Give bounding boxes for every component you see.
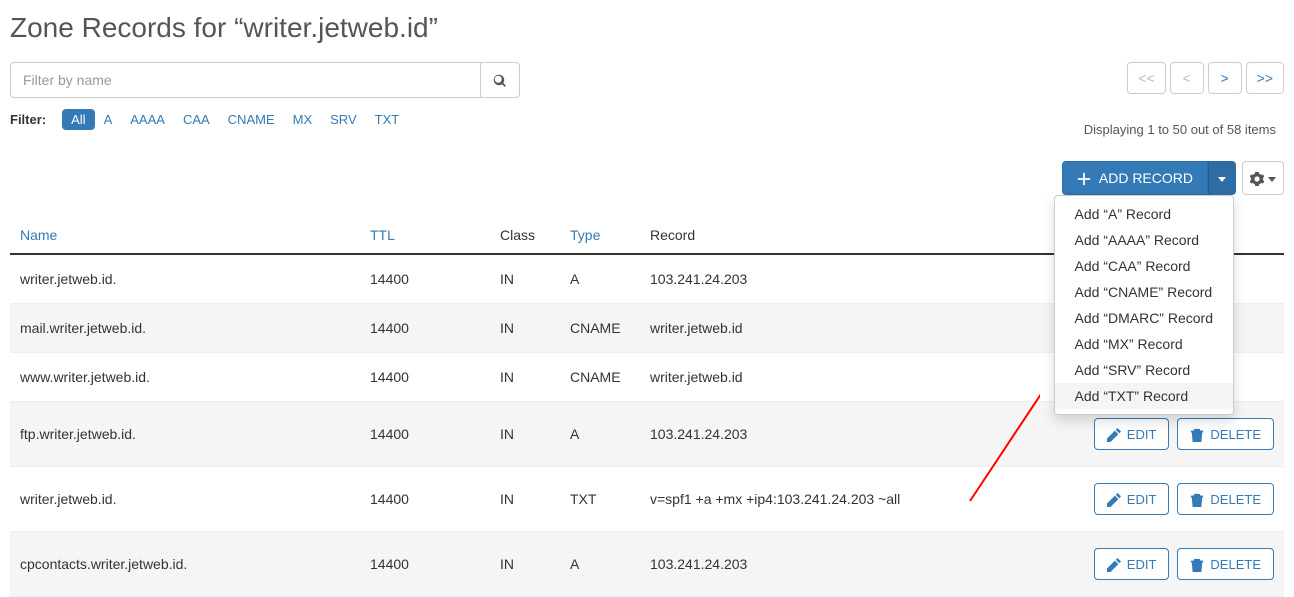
pencil-icon xyxy=(1107,556,1121,572)
add-record-menu-item[interactable]: Add “AAAA” Record xyxy=(1055,227,1233,253)
add-record-dropdown-toggle[interactable] xyxy=(1208,161,1236,195)
col-type[interactable]: Type xyxy=(560,217,640,254)
col-record: Record xyxy=(640,217,1084,254)
cell-record: 103.241.24.203 xyxy=(640,402,1084,467)
caret-down-icon xyxy=(1218,171,1226,186)
add-record-menu-item[interactable]: Add “SRV” Record xyxy=(1055,357,1233,383)
filter-chip-aaaa[interactable]: AAAA xyxy=(121,109,174,130)
cell-name: cpcontacts.writer.jetweb.id. xyxy=(10,532,360,597)
filter-chip-caa[interactable]: CAA xyxy=(174,109,219,130)
filter-chip-a[interactable]: A xyxy=(95,109,122,130)
cell-class: IN xyxy=(490,254,560,304)
filter-search-button[interactable] xyxy=(480,62,520,98)
cell-ttl: 14400 xyxy=(360,532,490,597)
add-record-menu-item[interactable]: Add “DMARC” Record xyxy=(1055,305,1233,331)
trash-icon xyxy=(1190,556,1204,572)
cell-type: CNAME xyxy=(560,353,640,402)
cell-class: IN xyxy=(490,402,560,467)
pager: << < > >> xyxy=(1127,62,1284,94)
cell-record: writer.jetweb.id xyxy=(640,304,1084,353)
cell-type: TXT xyxy=(560,467,640,532)
filter-chip-txt[interactable]: TXT xyxy=(366,109,409,130)
cell-name: ftp.writer.jetweb.id. xyxy=(10,402,360,467)
cell-record: 103.241.24.203 xyxy=(640,254,1084,304)
cell-ttl: 14400 xyxy=(360,402,490,467)
gear-icon xyxy=(1250,170,1264,185)
delete-button[interactable]: DELETE xyxy=(1177,483,1274,515)
edit-button[interactable]: EDIT xyxy=(1094,418,1170,450)
page-title: Zone Records for “writer.jetweb.id” xyxy=(10,12,1284,44)
table-row: writer.jetweb.id.14400INTXTv=spf1 +a +mx… xyxy=(10,467,1284,532)
table-row: cpcontacts.writer.jetweb.id.14400INA103.… xyxy=(10,532,1284,597)
cell-ttl: 14400 xyxy=(360,304,490,353)
search-icon xyxy=(493,72,507,87)
edit-button[interactable]: EDIT xyxy=(1094,548,1170,580)
cell-class: IN xyxy=(490,532,560,597)
add-record-menu-item[interactable]: Add “A” Record xyxy=(1055,201,1233,227)
cell-name: writer.jetweb.id. xyxy=(10,254,360,304)
filter-chip-srv[interactable]: SRV xyxy=(321,109,366,130)
filter-label: Filter: xyxy=(10,112,46,127)
cell-class: IN xyxy=(490,353,560,402)
pager-first-button[interactable]: << xyxy=(1127,62,1165,94)
col-class: Class xyxy=(490,217,560,254)
add-record-menu-item[interactable]: Add “TXT” Record xyxy=(1055,383,1233,409)
cell-name: mail.writer.jetweb.id. xyxy=(10,304,360,353)
add-record-label: ADD RECORD xyxy=(1099,170,1193,186)
cell-name: writer.jetweb.id. xyxy=(10,467,360,532)
add-record-dropdown: Add “A” RecordAdd “AAAA” RecordAdd “CAA”… xyxy=(1054,195,1234,415)
filter-input-group xyxy=(10,62,520,98)
delete-button[interactable]: DELETE xyxy=(1177,548,1274,580)
trash-icon xyxy=(1190,426,1204,442)
settings-button[interactable] xyxy=(1242,161,1284,195)
col-name[interactable]: Name xyxy=(10,217,360,254)
pager-next-button[interactable]: > xyxy=(1208,62,1242,94)
cell-type: A xyxy=(560,402,640,467)
caret-down-icon xyxy=(1268,171,1276,186)
add-record-group: ADD RECORD xyxy=(1062,161,1236,195)
col-ttl[interactable]: TTL xyxy=(360,217,490,254)
plus-icon xyxy=(1077,170,1091,186)
cell-type: A xyxy=(560,532,640,597)
delete-button[interactable]: DELETE xyxy=(1177,418,1274,450)
add-record-menu-item[interactable]: Add “CAA” Record xyxy=(1055,253,1233,279)
cell-ttl: 14400 xyxy=(360,254,490,304)
cell-type: A xyxy=(560,254,640,304)
add-record-menu-item[interactable]: Add “MX” Record xyxy=(1055,331,1233,357)
cell-record: 103.241.24.203 xyxy=(640,532,1084,597)
filter-input[interactable] xyxy=(10,62,480,98)
pager-prev-button[interactable]: < xyxy=(1170,62,1204,94)
cell-record: v=spf1 +a +mx +ip4:103.241.24.203 ~all xyxy=(640,467,1084,532)
cell-record: writer.jetweb.id xyxy=(640,353,1084,402)
edit-button[interactable]: EDIT xyxy=(1094,483,1170,515)
filter-chip-all[interactable]: All xyxy=(62,109,94,130)
cell-name: www.writer.jetweb.id. xyxy=(10,353,360,402)
add-record-button[interactable]: ADD RECORD xyxy=(1062,161,1208,195)
pencil-icon xyxy=(1107,491,1121,507)
cell-ttl: 14400 xyxy=(360,353,490,402)
filter-chip-mx[interactable]: MX xyxy=(284,109,322,130)
cell-class: IN xyxy=(490,304,560,353)
cell-class: IN xyxy=(490,467,560,532)
pencil-icon xyxy=(1107,426,1121,442)
pager-last-button[interactable]: >> xyxy=(1246,62,1284,94)
cell-ttl: 14400 xyxy=(360,467,490,532)
trash-icon xyxy=(1190,491,1204,507)
add-record-menu-item[interactable]: Add “CNAME” Record xyxy=(1055,279,1233,305)
cell-type: CNAME xyxy=(560,304,640,353)
filter-chip-cname[interactable]: CNAME xyxy=(219,109,284,130)
